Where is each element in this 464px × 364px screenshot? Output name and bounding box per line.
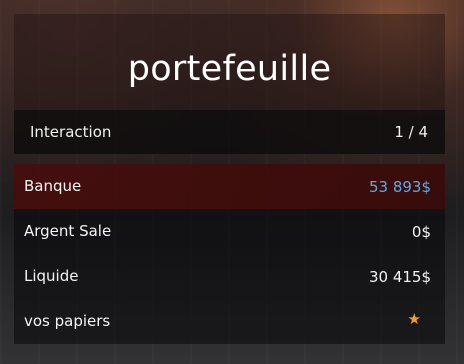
menu-subtitle: Interaction [30, 123, 112, 141]
menu-item-value: 30 415$ [368, 268, 431, 286]
menu-item-label: Liquide [24, 267, 79, 285]
menu-item-value: 53 893$ [368, 178, 431, 196]
menu-item-label: Banque [24, 177, 82, 195]
menu-header: portefeuille [14, 14, 445, 110]
menu-counter: 1 / 4 [394, 123, 428, 141]
menu-item-argent-sale[interactable]: Argent Sale 0$ [14, 209, 445, 254]
star-icon: ★ [407, 310, 421, 328]
menu-item-liquide[interactable]: Liquide 30 415$ [14, 254, 445, 299]
menu-item-vos-papiers[interactable]: vos papiers ★ [14, 299, 445, 344]
menu-item-label: vos papiers [24, 312, 111, 330]
menu-item-banque[interactable]: Banque 53 893$ [14, 164, 445, 209]
menu-items: Banque 53 893$ Argent Sale 0$ Liquide 30… [14, 164, 445, 344]
menu-item-value: 0$ [411, 223, 431, 241]
menu-item-label: Argent Sale [24, 222, 112, 240]
menu-title: portefeuille [127, 49, 332, 89]
wallet-menu: portefeuille Interaction 1 / 4 Banque 53… [14, 14, 445, 350]
menu-subheader: Interaction 1 / 4 [14, 110, 445, 154]
